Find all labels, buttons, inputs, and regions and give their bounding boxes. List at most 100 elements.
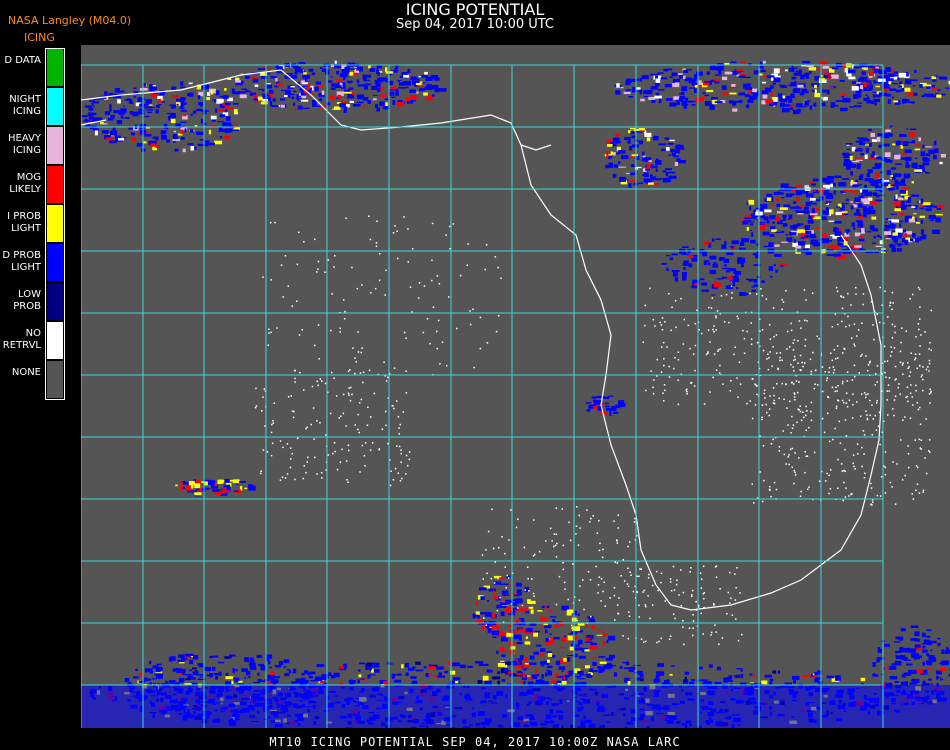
speckle [263, 388, 266, 390]
icing-pixel [860, 84, 863, 90]
icing-pixel [606, 153, 609, 159]
speckle [722, 383, 724, 385]
icing-pixel [529, 662, 537, 665]
speckle [889, 301, 892, 304]
icing-pixel [629, 145, 633, 151]
icing-pixel [492, 590, 496, 594]
speckle [663, 358, 665, 360]
speckle [576, 506, 578, 508]
speckle [397, 415, 400, 418]
icing-pixel [891, 82, 898, 85]
speckle [761, 329, 764, 331]
icing-pixel [933, 140, 937, 146]
icing-pixel [157, 683, 160, 685]
speckle [792, 424, 795, 426]
icing-pixel [84, 105, 92, 108]
speckle [417, 297, 420, 299]
icing-pixel [367, 674, 371, 679]
speckle [294, 381, 296, 383]
speckle [872, 501, 874, 503]
icing-pixel [769, 678, 774, 682]
speckle [707, 351, 709, 353]
speckle [766, 358, 768, 360]
icing-pixel [148, 104, 153, 106]
icing-pixel [937, 89, 941, 91]
speckle [844, 496, 847, 498]
speckle [340, 415, 342, 417]
speckle [279, 479, 282, 481]
icing-pixel [899, 134, 907, 137]
icing-pixel [175, 484, 178, 487]
icing-pixel [784, 69, 788, 72]
speckle [598, 519, 600, 522]
icing-pixel [909, 132, 916, 137]
speckle [835, 358, 837, 360]
icing-pixel [578, 655, 586, 659]
icing-pixel [849, 106, 855, 108]
speckle [887, 384, 890, 386]
icing-pixel [716, 67, 724, 71]
speckle [869, 414, 871, 416]
icing-pixel [223, 487, 227, 490]
speckle [716, 310, 719, 312]
icing-pixel [523, 680, 526, 686]
speckle [924, 457, 926, 459]
icing-pixel [588, 638, 593, 641]
icing-pixel [928, 655, 935, 659]
icing-pixel [124, 117, 130, 119]
speckle [925, 472, 928, 475]
speckle [343, 299, 345, 301]
speckle [730, 380, 732, 382]
coastline-segment [81, 69, 882, 611]
icing-pixel [804, 225, 811, 230]
speckle [713, 603, 715, 605]
icing-pixel [319, 98, 322, 102]
speckle [568, 521, 570, 524]
icing-pixel [906, 128, 909, 130]
speckle [655, 570, 658, 573]
icing-potential-screen: ICING POTENTIAL Sep 04, 2017 10:00 UTC N… [0, 0, 950, 750]
speckle [669, 635, 672, 637]
speckle [749, 292, 751, 295]
speckle [526, 566, 529, 568]
speckle [272, 422, 274, 424]
footer-caption: MT10 ICING POTENTIAL SEP 04, 2017 10:00Z… [269, 735, 681, 749]
icing-pixel [650, 176, 657, 180]
speckle [862, 430, 865, 432]
icing-pixel [499, 577, 505, 579]
icing-pixel [156, 664, 159, 667]
icing-pixel [915, 237, 920, 243]
speckle [898, 383, 900, 385]
speckle [562, 568, 565, 571]
speckle [321, 380, 323, 382]
icing-pixel [194, 483, 201, 488]
icing-pixel [833, 220, 842, 224]
speckle [768, 357, 770, 359]
icing-pixel [885, 159, 891, 162]
speckle [664, 389, 666, 392]
speckle [255, 405, 258, 407]
icing-pixel [701, 282, 708, 286]
icing-pixel [937, 638, 941, 640]
icing-pixel [907, 174, 911, 177]
icing-pixel [910, 79, 918, 82]
icing-pixel [232, 668, 235, 673]
speckle [672, 565, 675, 568]
speckle [793, 359, 795, 362]
icing-pixel [154, 673, 159, 676]
speckle [769, 351, 771, 353]
legend-item: I PROB LIGHT [0, 204, 70, 243]
speckle [797, 340, 799, 342]
speckle [847, 292, 849, 295]
speckle [363, 455, 366, 457]
icing-pixel [922, 162, 930, 166]
icing-pixel [362, 74, 367, 80]
speckle [397, 472, 400, 474]
speckle [928, 450, 930, 452]
speckle [800, 369, 802, 372]
speckle [579, 527, 581, 529]
icing-pixel [746, 227, 750, 231]
icing-pixel [301, 672, 305, 676]
speckle [855, 287, 857, 289]
icing-pixel [881, 184, 889, 187]
